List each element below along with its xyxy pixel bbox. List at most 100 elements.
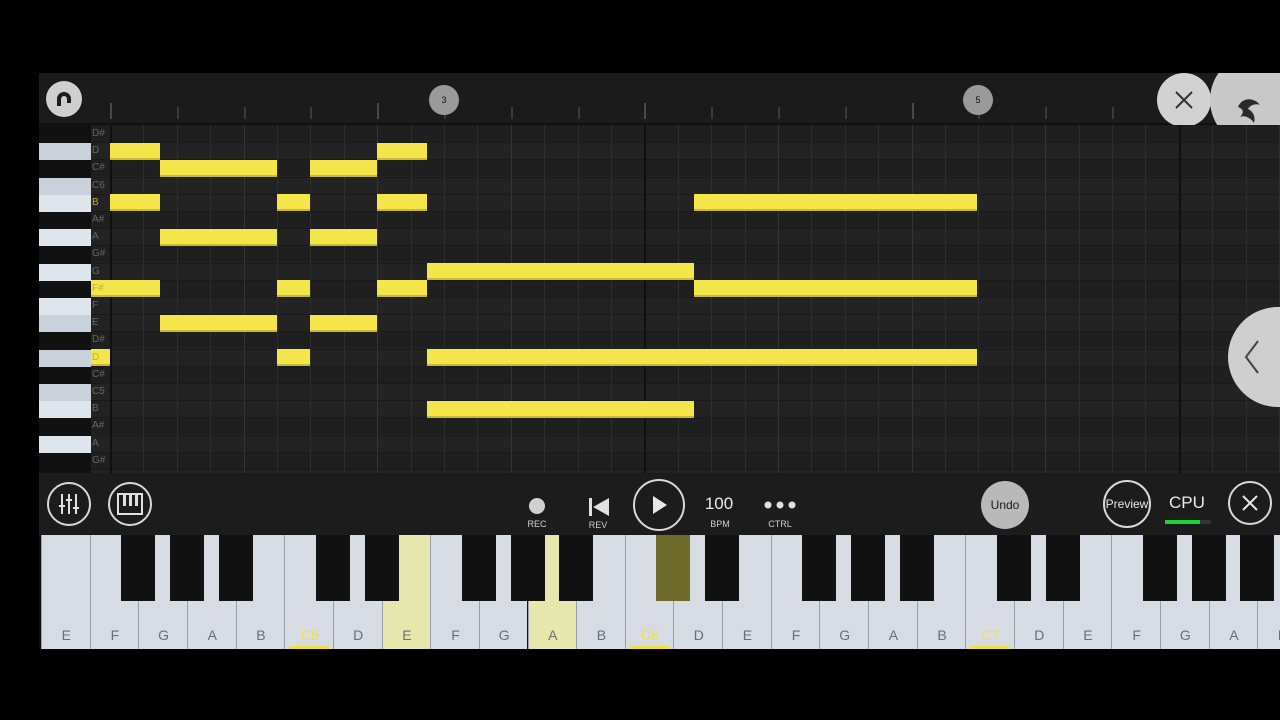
note[interactable] <box>694 194 977 212</box>
side-key-label: B <box>92 196 99 208</box>
black-key[interactable] <box>1045 535 1080 601</box>
record-label: REC <box>527 519 547 529</box>
note[interactable] <box>160 228 277 246</box>
black-key[interactable] <box>656 535 691 601</box>
side-key[interactable] <box>39 315 91 333</box>
black-key[interactable] <box>169 535 204 601</box>
note[interactable] <box>277 280 310 298</box>
side-keyboard[interactable] <box>39 125 91 473</box>
grid-column-line <box>744 125 746 473</box>
white-key-label: D <box>353 627 364 643</box>
note[interactable] <box>160 314 277 332</box>
grid-column-line <box>945 125 946 473</box>
preview-button[interactable]: Preview <box>1103 480 1151 528</box>
grid-column-line <box>1245 125 1247 473</box>
black-key[interactable] <box>364 535 399 601</box>
grid-column-line <box>243 125 245 473</box>
black-key[interactable] <box>1191 535 1226 601</box>
side-key[interactable] <box>39 143 91 161</box>
piano-keyboard[interactable]: E F G A B C5 D E F G A B C6 D E F G A B C7 D E F G A B <box>39 535 1280 649</box>
close-button[interactable] <box>1228 481 1272 525</box>
black-key[interactable] <box>802 535 837 601</box>
note[interactable] <box>310 228 377 246</box>
grid-column-line <box>510 125 512 473</box>
bar-marker[interactable]: 5 <box>963 85 993 115</box>
side-key[interactable] <box>39 263 91 281</box>
piano-view-button[interactable] <box>108 482 152 526</box>
side-key-label: D# <box>92 334 105 346</box>
grid-row <box>91 451 1280 469</box>
note[interactable] <box>277 194 310 212</box>
grid-column-line <box>778 125 779 473</box>
side-key[interactable] <box>39 229 91 247</box>
black-key[interactable] <box>1240 535 1275 601</box>
side-key-label: C5 <box>92 386 105 397</box>
rewind-button[interactable] <box>587 496 611 518</box>
black-key[interactable] <box>851 535 886 601</box>
note[interactable] <box>377 194 427 212</box>
side-key[interactable] <box>39 435 91 453</box>
note[interactable] <box>694 280 977 298</box>
side-key[interactable] <box>39 194 91 212</box>
note[interactable] <box>160 159 277 177</box>
side-key[interactable] <box>39 298 91 315</box>
note[interactable] <box>110 194 160 212</box>
black-key[interactable] <box>559 535 594 601</box>
black-key[interactable] <box>218 535 253 601</box>
white-key[interactable]: E <box>41 535 90 649</box>
black-key[interactable] <box>315 535 350 601</box>
more-button[interactable] <box>763 497 797 513</box>
side-key[interactable] <box>39 384 91 401</box>
black-key[interactable] <box>461 535 496 601</box>
record-button[interactable] <box>527 496 547 516</box>
note[interactable] <box>377 280 427 298</box>
play-icon <box>653 496 667 514</box>
timeline-ruler[interactable]: 3 5 <box>39 73 1280 147</box>
octave-indicator <box>289 646 330 649</box>
close-piano-roll-button[interactable] <box>1157 73 1211 127</box>
snap-button[interactable] <box>46 81 82 117</box>
side-key-label: B <box>92 403 99 415</box>
black-key[interactable] <box>121 535 156 601</box>
grid-row-line <box>91 193 1280 195</box>
black-key[interactable] <box>997 535 1031 601</box>
bpm-value[interactable]: 100 <box>695 494 743 514</box>
piano-roll-grid[interactable]: D# D C# C6 B A# A G# G F# F E D# D C# C5 B A# A G# <box>39 125 1280 473</box>
black-key[interactable] <box>705 535 740 601</box>
grid-column-line <box>978 125 980 473</box>
grid-row-line <box>91 451 1280 453</box>
side-panel-toggle[interactable] <box>1228 307 1280 407</box>
grid-row-line <box>91 297 1280 298</box>
black-key[interactable] <box>1142 535 1177 601</box>
side-key[interactable] <box>39 349 91 367</box>
note[interactable] <box>377 142 427 160</box>
note[interactable] <box>427 349 977 367</box>
mixer-button[interactable] <box>47 482 91 526</box>
side-key[interactable] <box>39 401 91 419</box>
cpu-meter-fill <box>1165 520 1200 524</box>
note[interactable] <box>310 314 377 332</box>
close-icon <box>1175 91 1193 109</box>
side-key[interactable] <box>39 177 91 195</box>
note[interactable] <box>277 349 310 367</box>
note[interactable] <box>310 159 377 177</box>
grid-column-line <box>110 125 112 473</box>
black-key[interactable] <box>510 535 545 601</box>
grid-column-line <box>611 125 612 473</box>
note[interactable] <box>427 400 694 418</box>
ruler-tick <box>243 107 246 119</box>
white-key-label: D <box>1034 627 1045 643</box>
undo-button[interactable]: Undo <box>981 481 1029 529</box>
note[interactable] <box>427 263 694 281</box>
play-button[interactable] <box>633 479 685 531</box>
ruler-tick <box>778 107 780 119</box>
grid-row-line <box>91 383 1280 384</box>
close-icon <box>1242 495 1258 511</box>
side-key-label: D <box>92 145 100 157</box>
bar-marker[interactable]: 3 <box>429 85 459 115</box>
black-key[interactable] <box>899 535 934 601</box>
grid-row-line <box>91 125 1280 126</box>
white-key-label: C6 <box>641 627 660 643</box>
side-key-label: A <box>92 231 99 243</box>
note[interactable] <box>110 142 160 160</box>
